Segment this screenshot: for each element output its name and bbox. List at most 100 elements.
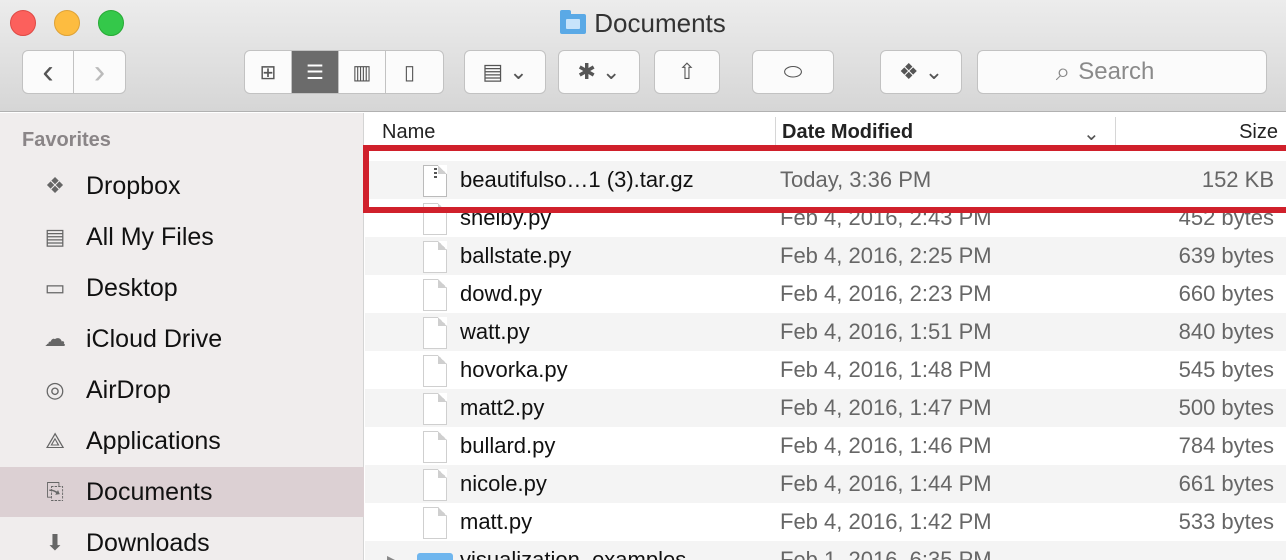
file-size: 533 bytes xyxy=(1178,509,1274,534)
sidebar-item-label: Applications xyxy=(86,426,221,455)
file-date: Feb 4, 2016, 1:44 PM xyxy=(780,471,992,496)
sidebar-item-label: Documents xyxy=(86,477,213,506)
column-header-date-modified[interactable]: Date Modified xyxy=(782,121,913,144)
arrange-button[interactable]: ▤ ⌄ xyxy=(464,50,546,94)
document-file-icon xyxy=(423,469,447,501)
file-date: Feb 4, 2016, 2:23 PM xyxy=(780,281,992,306)
file-row[interactable]: bullard.py Feb 4, 2016, 1:46 PM 784 byte… xyxy=(365,427,1286,465)
column-divider[interactable] xyxy=(775,117,776,145)
file-size: 660 bytes xyxy=(1178,281,1274,306)
file-size: -- xyxy=(1259,547,1274,560)
window-title-text: Documents xyxy=(594,8,726,38)
share-button[interactable]: ⇧ xyxy=(654,50,720,94)
document-file-icon xyxy=(423,355,447,387)
file-date: Feb 4, 2016, 2:43 PM xyxy=(780,205,992,230)
search-input[interactable] xyxy=(1078,58,1189,86)
back-forward-control: ‹ › xyxy=(22,50,126,94)
list-view-button[interactable]: ☰ xyxy=(292,51,339,93)
folder-icon xyxy=(417,553,453,560)
dropbox-menu-button[interactable]: ❖ ⌄ xyxy=(880,50,962,94)
file-name: watt.py xyxy=(460,319,530,344)
applications-icon: ⟁ xyxy=(45,428,65,453)
file-date: Feb 4, 2016, 1:47 PM xyxy=(780,395,992,420)
sidebar-header-favorites: Favorites xyxy=(22,129,111,151)
file-row[interactable]: beautifulso…1 (3).tar.gz Today, 3:36 PM … xyxy=(365,161,1286,199)
column-divider[interactable] xyxy=(1115,117,1116,145)
search-field[interactable]: ⌕ xyxy=(977,50,1267,94)
cover-flow-button[interactable]: ▯ xyxy=(386,51,433,93)
document-file-icon xyxy=(423,393,447,425)
file-list: Name Date Modified ⌄ Size beautifulso…1 … xyxy=(365,113,1286,560)
folder-icon xyxy=(560,10,587,34)
document-file-icon xyxy=(423,279,447,311)
document-file-icon xyxy=(423,507,447,539)
document-file-icon xyxy=(423,241,447,273)
file-name: bullard.py xyxy=(460,433,556,458)
file-size: 500 bytes xyxy=(1178,395,1274,420)
file-row[interactable]: watt.py Feb 4, 2016, 1:51 PM 840 bytes xyxy=(365,313,1286,351)
tag-button[interactable]: ⬭ xyxy=(752,50,834,94)
file-row[interactable]: dowd.py Feb 4, 2016, 2:23 PM 660 bytes xyxy=(365,275,1286,313)
file-row[interactable]: ballstate.py Feb 4, 2016, 2:25 PM 639 by… xyxy=(365,237,1286,275)
sidebar: Favorites ❖ Dropbox ▤ All My Files ▭ Des… xyxy=(0,113,364,560)
sidebar-item-all-my-files[interactable]: ▤ All My Files xyxy=(0,212,364,262)
file-size: 152 KB xyxy=(1201,167,1274,192)
sidebar-item-label: Dropbox xyxy=(86,171,181,200)
window-toolbar: Documents ‹ › ⊞ ☰ ▥ ▯ ▤ ⌄ ✱ ⌄ ⇧ ⬭ ❖ ⌄ ⌕ xyxy=(0,0,1286,112)
sidebar-item-downloads[interactable]: ⬇ Downloads xyxy=(0,518,364,560)
view-mode-control: ⊞ ☰ ▥ ▯ xyxy=(244,50,444,94)
file-row[interactable]: matt.py Feb 4, 2016, 1:42 PM 533 bytes xyxy=(365,503,1286,541)
file-size: 452 bytes xyxy=(1178,205,1274,230)
file-date: Feb 1, 2016, 6:35 PM xyxy=(780,547,992,560)
file-name: nicole.py xyxy=(460,471,547,496)
file-date: Feb 4, 2016, 1:48 PM xyxy=(780,357,992,382)
sidebar-item-airdrop[interactable]: ◎ AirDrop xyxy=(0,365,364,415)
file-row[interactable]: nicole.py Feb 4, 2016, 1:44 PM 661 bytes xyxy=(365,465,1286,503)
file-name: beautifulso…1 (3).tar.gz xyxy=(460,167,694,192)
sidebar-item-label: All My Files xyxy=(86,222,214,251)
file-name: matt2.py xyxy=(460,395,545,420)
document-file-icon xyxy=(423,203,447,235)
file-date: Feb 4, 2016, 1:51 PM xyxy=(780,319,992,344)
file-size: 661 bytes xyxy=(1178,471,1274,496)
file-name: matt.py xyxy=(460,509,533,534)
action-gear-button[interactable]: ✱ ⌄ xyxy=(558,50,640,94)
file-name: dowd.py xyxy=(460,281,542,306)
sidebar-item-desktop[interactable]: ▭ Desktop xyxy=(0,263,364,313)
downloads-icon: ⬇ xyxy=(45,530,65,555)
sidebar-item-applications[interactable]: ⟁ Applications xyxy=(0,416,364,466)
file-date: Feb 4, 2016, 1:42 PM xyxy=(780,509,992,534)
icon-view-button[interactable]: ⊞ xyxy=(245,51,292,93)
sidebar-item-label: Downloads xyxy=(86,528,210,557)
file-row[interactable]: hovorka.py Feb 4, 2016, 1:48 PM 545 byte… xyxy=(365,351,1286,389)
forward-button[interactable]: › xyxy=(74,51,125,93)
airdrop-icon: ◎ xyxy=(45,377,65,402)
sidebar-item-documents[interactable]: ⎘ Documents xyxy=(0,467,364,517)
sort-chevron-down-icon: ⌄ xyxy=(1083,123,1100,145)
file-row[interactable]: matt2.py Feb 4, 2016, 1:47 PM 500 bytes xyxy=(365,389,1286,427)
file-date: Feb 4, 2016, 2:25 PM xyxy=(780,243,992,268)
file-size: 639 bytes xyxy=(1178,243,1274,268)
window-title: Documents xyxy=(0,8,1286,38)
file-size: 784 bytes xyxy=(1178,433,1274,458)
column-header-size[interactable]: Size xyxy=(1239,121,1278,144)
sidebar-item-dropbox[interactable]: ❖ Dropbox xyxy=(0,161,364,211)
file-name: ballstate.py xyxy=(460,243,572,268)
column-header-name[interactable]: Name xyxy=(382,121,435,144)
file-name: hovorka.py xyxy=(460,357,568,382)
document-file-icon xyxy=(423,317,447,349)
file-size: 840 bytes xyxy=(1178,319,1274,344)
sidebar-item-icloud-drive[interactable]: ☁ iCloud Drive xyxy=(0,314,364,364)
back-button[interactable]: ‹ xyxy=(23,51,75,93)
disclosure-triangle-icon[interactable]: ▶ xyxy=(387,552,398,560)
file-name: visualization_examples xyxy=(460,547,687,560)
cloud-icon: ☁ xyxy=(44,326,66,351)
folder-row[interactable]: ▶ visualization_examples Feb 1, 2016, 6:… xyxy=(365,541,1286,560)
documents-icon: ⎘ xyxy=(46,479,64,504)
file-date: Today, 3:36 PM xyxy=(780,167,932,192)
desktop-icon: ▭ xyxy=(44,275,66,300)
file-row[interactable]: shelby.py Feb 4, 2016, 2:43 PM 452 bytes xyxy=(365,199,1286,237)
column-header-bar: Name Date Modified ⌄ Size xyxy=(365,113,1286,149)
search-icon: ⌕ xyxy=(1055,56,1071,86)
column-view-button[interactable]: ▥ xyxy=(339,51,386,93)
